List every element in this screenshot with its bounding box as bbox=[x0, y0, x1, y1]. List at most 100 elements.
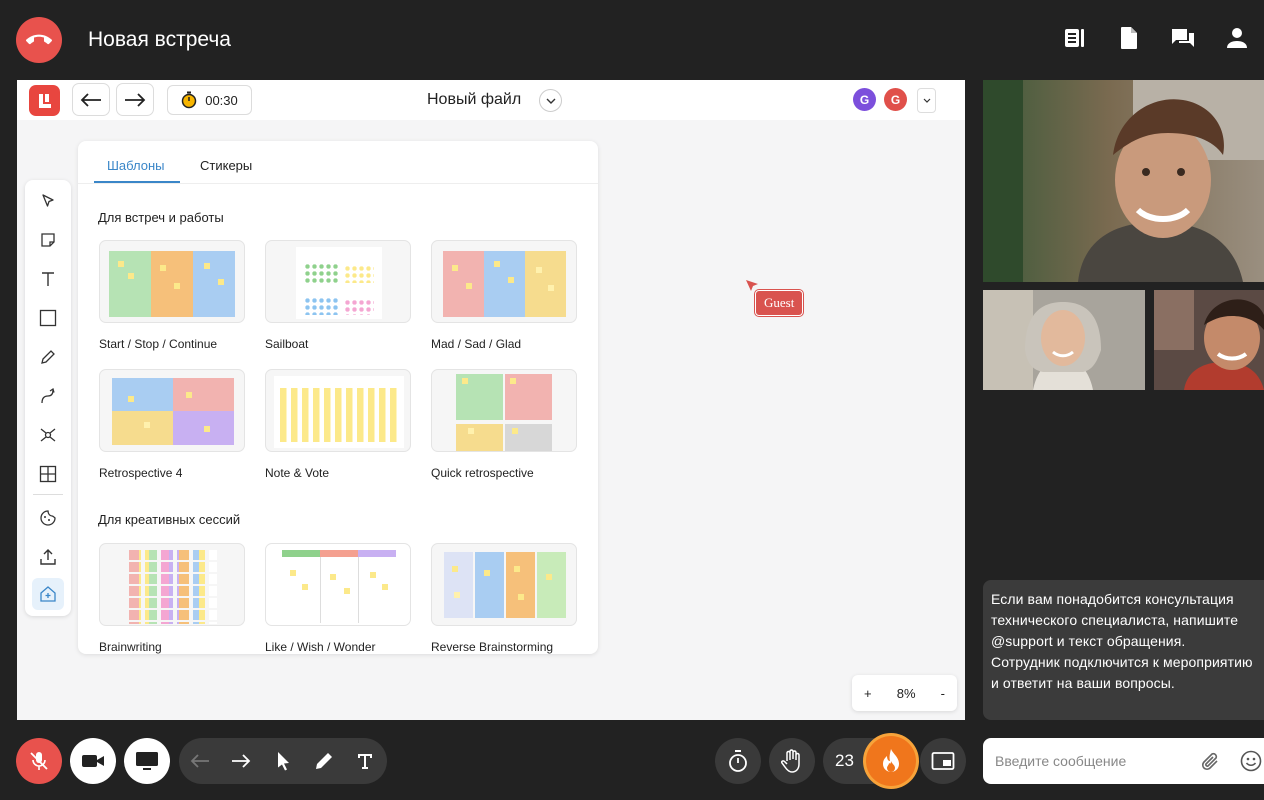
chat-message: Если вам понадобится консультация технич… bbox=[983, 580, 1264, 720]
participants-dropdown[interactable] bbox=[917, 88, 936, 113]
templates-tool[interactable] bbox=[32, 578, 64, 610]
file-menu-button[interactable] bbox=[539, 89, 562, 112]
grid-icon bbox=[39, 465, 57, 483]
sticky-note-icon bbox=[41, 233, 55, 247]
fire-reaction-button[interactable] bbox=[866, 736, 916, 786]
chevron-down-icon bbox=[546, 98, 555, 104]
templates-icon bbox=[40, 586, 56, 602]
section-title: Для встреч и работы bbox=[98, 210, 224, 225]
timer-button[interactable] bbox=[715, 738, 761, 784]
cursor-arrow-icon bbox=[42, 194, 54, 207]
screen-share-button[interactable] bbox=[124, 738, 170, 784]
template-card[interactable]: Mad / Sad / Glad bbox=[431, 240, 577, 351]
template-label: Like / Wish / Wonder bbox=[265, 640, 376, 654]
template-card[interactable]: Like / Wish / Wonder bbox=[265, 543, 411, 654]
template-thumbnail bbox=[265, 240, 411, 323]
upload-tool[interactable] bbox=[32, 541, 64, 573]
video-tile-main[interactable] bbox=[983, 80, 1264, 282]
participants-icon[interactable] bbox=[1224, 25, 1250, 51]
stickers-tool[interactable] bbox=[32, 502, 64, 534]
toolbar-divider bbox=[33, 494, 63, 495]
template-card[interactable]: Quick retrospective bbox=[431, 369, 577, 480]
pointer-icon[interactable] bbox=[271, 749, 295, 773]
drawing-toolbar bbox=[25, 180, 71, 616]
video-tile[interactable] bbox=[983, 290, 1145, 390]
template-card[interactable]: Start / Stop / Continue bbox=[99, 240, 245, 351]
template-label: Mad / Sad / Glad bbox=[431, 337, 522, 351]
picture-in-picture-button[interactable] bbox=[920, 738, 966, 784]
arrow-left-icon bbox=[80, 92, 101, 107]
tab-stickers[interactable]: Стикеры bbox=[200, 158, 252, 173]
template-thumbnail bbox=[431, 369, 577, 452]
template-thumbnail bbox=[99, 240, 245, 323]
select-tool[interactable] bbox=[32, 185, 64, 217]
redo-button[interactable] bbox=[116, 83, 154, 116]
template-label: Sailboat bbox=[265, 337, 309, 351]
attachment-icon[interactable] bbox=[1201, 751, 1221, 776]
templates-panel: Шаблоны Стикеры Для встреч и работы Star… bbox=[78, 141, 598, 654]
pen-tool[interactable] bbox=[32, 341, 64, 373]
avatar[interactable]: G bbox=[853, 88, 876, 111]
template-thumbnail bbox=[431, 240, 577, 323]
chevron-down-icon bbox=[923, 98, 930, 103]
template-thumbnail bbox=[99, 543, 245, 626]
notes-icon[interactable] bbox=[1062, 25, 1088, 51]
template-label: Brainwriting bbox=[99, 640, 162, 654]
picture-in-picture-icon bbox=[931, 752, 955, 770]
file-name[interactable]: Новый файл bbox=[427, 91, 521, 109]
template-card[interactable]: Reverse Brainstorming bbox=[431, 543, 577, 654]
guest-cursor-label: Guest bbox=[755, 290, 804, 316]
template-label: Start / Stop / Continue bbox=[99, 337, 218, 351]
template-card[interactable]: Sailboat bbox=[265, 240, 411, 351]
section-title: Для креативных сессий bbox=[98, 512, 241, 527]
participant-video bbox=[1154, 290, 1264, 390]
template-label: Quick retrospective bbox=[431, 466, 534, 480]
template-thumbnail bbox=[265, 543, 411, 626]
stopwatch-icon bbox=[181, 91, 197, 109]
mute-microphone-button[interactable] bbox=[16, 738, 62, 784]
video-tile[interactable] bbox=[1154, 290, 1264, 390]
mindmap-tool[interactable] bbox=[32, 419, 64, 451]
logo-icon bbox=[38, 93, 51, 108]
reactions-control[interactable]: 23 bbox=[823, 736, 916, 786]
app-logo[interactable] bbox=[29, 85, 60, 116]
pen-icon[interactable] bbox=[312, 749, 336, 773]
chat-input[interactable] bbox=[995, 753, 1185, 769]
template-card[interactable]: Retrospective 4 bbox=[99, 369, 245, 480]
emoji-icon[interactable] bbox=[1240, 750, 1262, 775]
curved-arrow-icon bbox=[41, 387, 55, 404]
zoom-in-button[interactable]: + bbox=[864, 686, 872, 701]
participant-video bbox=[983, 290, 1145, 390]
template-label: Retrospective 4 bbox=[99, 466, 183, 480]
tab-templates[interactable]: Шаблоны bbox=[107, 158, 165, 173]
sticky-note-tool[interactable] bbox=[32, 224, 64, 256]
next-arrow-icon[interactable] bbox=[229, 749, 253, 773]
table-tool[interactable] bbox=[32, 458, 64, 490]
hand-icon bbox=[781, 749, 800, 773]
connector-tool[interactable] bbox=[32, 380, 64, 412]
template-card[interactable]: Note & Vote bbox=[265, 369, 411, 480]
top-bar: Новая встреча bbox=[0, 0, 1264, 80]
sticker-icon bbox=[40, 510, 56, 526]
document-icon[interactable] bbox=[1116, 25, 1142, 51]
chat-icon[interactable] bbox=[1170, 25, 1196, 51]
text-tool[interactable] bbox=[32, 263, 64, 295]
whiteboard[interactable]: 00:30 Новый файл G G Шаблоны Стикеры Для… bbox=[17, 80, 965, 720]
avatar[interactable]: G bbox=[884, 88, 907, 111]
previous-arrow-icon[interactable] bbox=[188, 749, 212, 773]
text-icon bbox=[42, 272, 54, 286]
raise-hand-button[interactable] bbox=[769, 738, 815, 784]
microphone-off-icon bbox=[30, 752, 48, 770]
leave-call-button[interactable] bbox=[16, 17, 62, 63]
participant-video bbox=[983, 80, 1264, 282]
rectangle-tool[interactable] bbox=[32, 302, 64, 334]
camera-button[interactable] bbox=[70, 738, 116, 784]
presentation-controls bbox=[179, 738, 387, 784]
text-icon[interactable] bbox=[353, 749, 377, 773]
zoom-out-button[interactable]: - bbox=[941, 686, 945, 701]
undo-button[interactable] bbox=[72, 83, 110, 116]
template-thumbnail bbox=[431, 543, 577, 626]
board-timer[interactable]: 00:30 bbox=[167, 85, 252, 115]
phone-hangup-icon bbox=[26, 34, 52, 45]
template-card[interactable]: Brainwriting bbox=[99, 543, 245, 654]
